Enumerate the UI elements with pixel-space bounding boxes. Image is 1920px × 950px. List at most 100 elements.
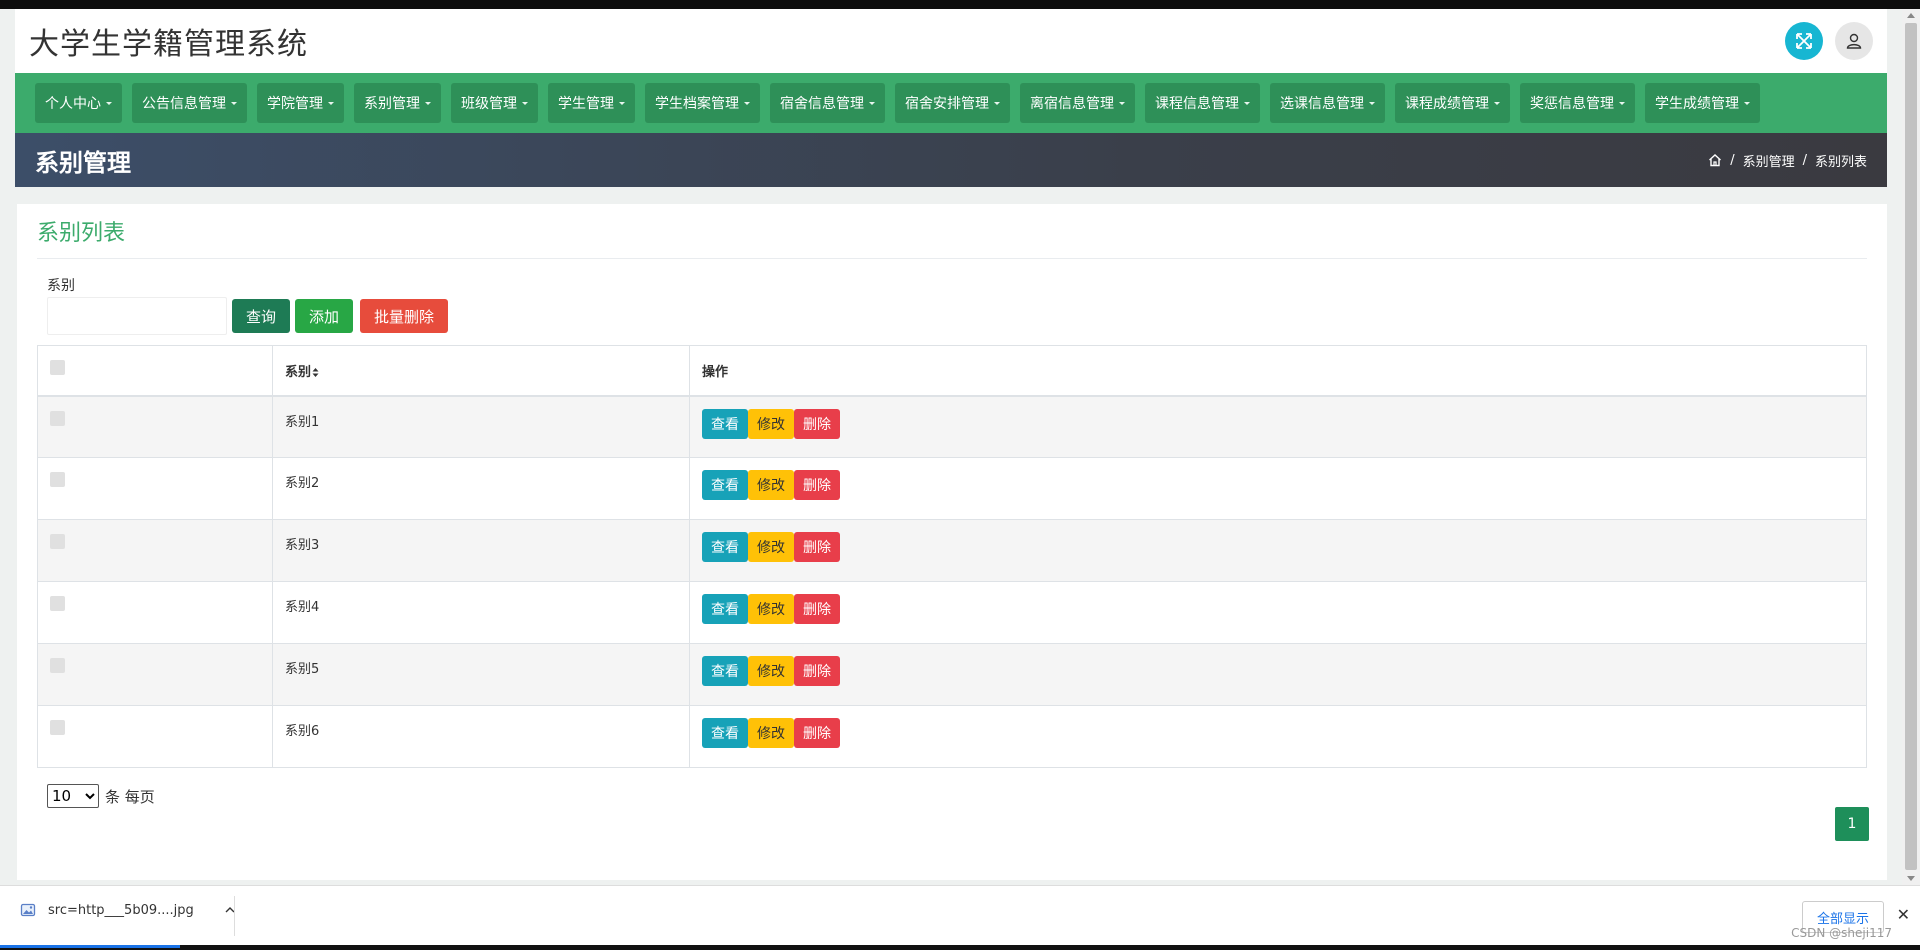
download-progress — [0, 945, 180, 948]
breadcrumb: / 系别管理 / 系别列表 — [1708, 151, 1867, 170]
table-header-row: 系别 操作 — [37, 345, 1867, 397]
caret-down-icon — [106, 101, 112, 105]
breadcrumb-item-department[interactable]: 系别管理 — [1743, 151, 1795, 170]
search-button[interactable]: 查询 — [232, 299, 291, 333]
department-search-input[interactable] — [47, 297, 227, 335]
department-name-cell: 系别3 — [272, 519, 690, 582]
breadcrumb-separator: / — [1730, 152, 1735, 168]
view-button[interactable]: 查看 — [702, 594, 748, 624]
edit-button[interactable]: 修改 — [748, 594, 794, 624]
caret-down-icon — [231, 101, 237, 105]
column-header-actions: 操作 — [689, 345, 1867, 397]
nav-item-1[interactable]: 个人中心 — [35, 83, 122, 123]
user-icon — [1846, 33, 1862, 49]
row-select-cell — [37, 457, 273, 520]
home-icon[interactable] — [1708, 153, 1722, 167]
nav-item-8[interactable]: 宿舍信息管理 — [770, 83, 885, 123]
view-button[interactable]: 查看 — [702, 532, 748, 562]
table-row: 系别5 查看 修改 删除 — [37, 643, 1867, 706]
breadcrumb-item-current: 系别列表 — [1814, 154, 1867, 170]
nav-item-3[interactable]: 学院管理 — [257, 83, 344, 123]
page-size-select[interactable]: 10 — [47, 784, 99, 808]
nav-item-11[interactable]: 课程信息管理 — [1145, 83, 1260, 123]
view-button[interactable]: 查看 — [702, 718, 748, 748]
caret-down-icon — [619, 101, 625, 105]
delete-button[interactable]: 删除 — [794, 408, 840, 439]
caret-down-icon — [425, 101, 431, 105]
nav-item-12[interactable]: 选课信息管理 — [1270, 83, 1385, 123]
edit-button[interactable]: 修改 — [748, 656, 794, 686]
caret-down-icon — [994, 101, 1000, 105]
window-top-strip — [0, 0, 1920, 9]
select-all-checkbox[interactable] — [50, 359, 65, 375]
nav-item-6[interactable]: 学生管理 — [548, 83, 635, 123]
caret-down-icon — [1619, 101, 1625, 105]
filter-label: 系别 — [47, 278, 75, 294]
row-select-cell — [37, 643, 273, 706]
caret-down-icon — [1744, 101, 1750, 105]
row-actions-cell: 查看 修改 删除 — [689, 457, 1867, 520]
view-button[interactable]: 查看 — [702, 656, 748, 686]
nav-item-4[interactable]: 系别管理 — [354, 83, 441, 123]
delete-button[interactable]: 删除 — [794, 532, 840, 562]
row-actions: 查看 修改 删除 — [702, 718, 1854, 748]
table-row: 系别3 查看 修改 删除 — [37, 519, 1867, 582]
delete-button[interactable]: 删除 — [794, 656, 840, 686]
nav-item-label: 学生成绩管理 — [1655, 96, 1739, 112]
card-title: 系别列表 — [37, 204, 1867, 259]
row-actions: 查看 修改 删除 — [702, 594, 1854, 624]
view-button[interactable]: 查看 — [702, 470, 748, 500]
add-button[interactable]: 添加 — [295, 299, 354, 333]
watermark-text: CSDN @sheji117 — [1791, 926, 1892, 940]
nav-item-2[interactable]: 公告信息管理 — [132, 83, 247, 123]
edit-button[interactable]: 修改 — [748, 718, 794, 748]
browser-viewport: 大学生学籍管理系统 个人中心 公告信息管理 学院管理 系别管理 班级管理 学生管理 学生档案… — [0, 9, 1920, 885]
page-header: 系别管理 / 系别管理 / 系别列表 — [15, 133, 1887, 187]
delete-button[interactable]: 删除 — [794, 718, 840, 748]
app-root: 大学生学籍管理系统 个人中心 公告信息管理 学院管理 系别管理 班级管理 学生管理 学生档案… — [15, 9, 1887, 885]
row-checkbox[interactable] — [50, 596, 65, 611]
batch-delete-button[interactable]: 批量删除 — [360, 299, 449, 333]
page-number-current[interactable]: 1 — [1835, 807, 1869, 841]
edit-button[interactable]: 修改 — [748, 532, 794, 562]
sort-icon[interactable] — [312, 367, 319, 378]
row-actions: 查看 修改 删除 — [702, 532, 1854, 562]
nav-item-label: 班级管理 — [461, 96, 517, 112]
download-bar-divider — [234, 896, 235, 936]
row-select-cell — [37, 581, 273, 644]
column-header-department[interactable]: 系别 — [272, 345, 690, 397]
delete-button[interactable]: 删除 — [794, 470, 840, 500]
close-icon[interactable]: ✕ — [1897, 905, 1910, 924]
nav-item-10[interactable]: 离宿信息管理 — [1020, 83, 1135, 123]
department-name-cell: 系别1 — [272, 395, 690, 458]
edit-button[interactable]: 修改 — [748, 408, 794, 439]
vertical-scrollbar[interactable] — [1902, 9, 1920, 885]
nav-item-label: 宿舍安排管理 — [905, 96, 989, 112]
download-item[interactable]: src=http___5b09....jpg — [20, 902, 236, 918]
nav-item-label: 学生管理 — [558, 96, 614, 112]
row-checkbox[interactable] — [50, 410, 65, 426]
nav-item-7[interactable]: 学生档案管理 — [645, 83, 760, 123]
nav-item-9[interactable]: 宿舍安排管理 — [895, 83, 1010, 123]
scrollbar-thumb[interactable] — [1905, 23, 1917, 870]
edit-button[interactable]: 修改 — [748, 470, 794, 500]
table-row: 系别6 查看 修改 删除 — [37, 705, 1867, 768]
fullscreen-button[interactable] — [1785, 22, 1823, 60]
header-actions — [1785, 22, 1873, 60]
user-menu-button[interactable] — [1835, 22, 1873, 60]
nav-item-14[interactable]: 奖惩信息管理 — [1520, 83, 1635, 123]
view-button[interactable]: 查看 — [702, 408, 748, 439]
scroll-down-icon[interactable] — [1907, 876, 1915, 881]
nav-item-15[interactable]: 学生成绩管理 — [1645, 83, 1760, 123]
scroll-up-icon[interactable] — [1907, 13, 1915, 18]
row-checkbox[interactable] — [50, 720, 65, 735]
row-checkbox[interactable] — [50, 534, 65, 549]
delete-button[interactable]: 删除 — [794, 594, 840, 624]
row-checkbox[interactable] — [50, 472, 65, 487]
row-actions: 查看 修改 删除 — [702, 656, 1854, 686]
department-name-cell: 系别5 — [272, 643, 690, 706]
nav-item-label: 个人中心 — [45, 96, 101, 112]
nav-item-13[interactable]: 课程成绩管理 — [1395, 83, 1510, 123]
nav-item-5[interactable]: 班级管理 — [451, 83, 538, 123]
row-checkbox[interactable] — [50, 658, 65, 673]
